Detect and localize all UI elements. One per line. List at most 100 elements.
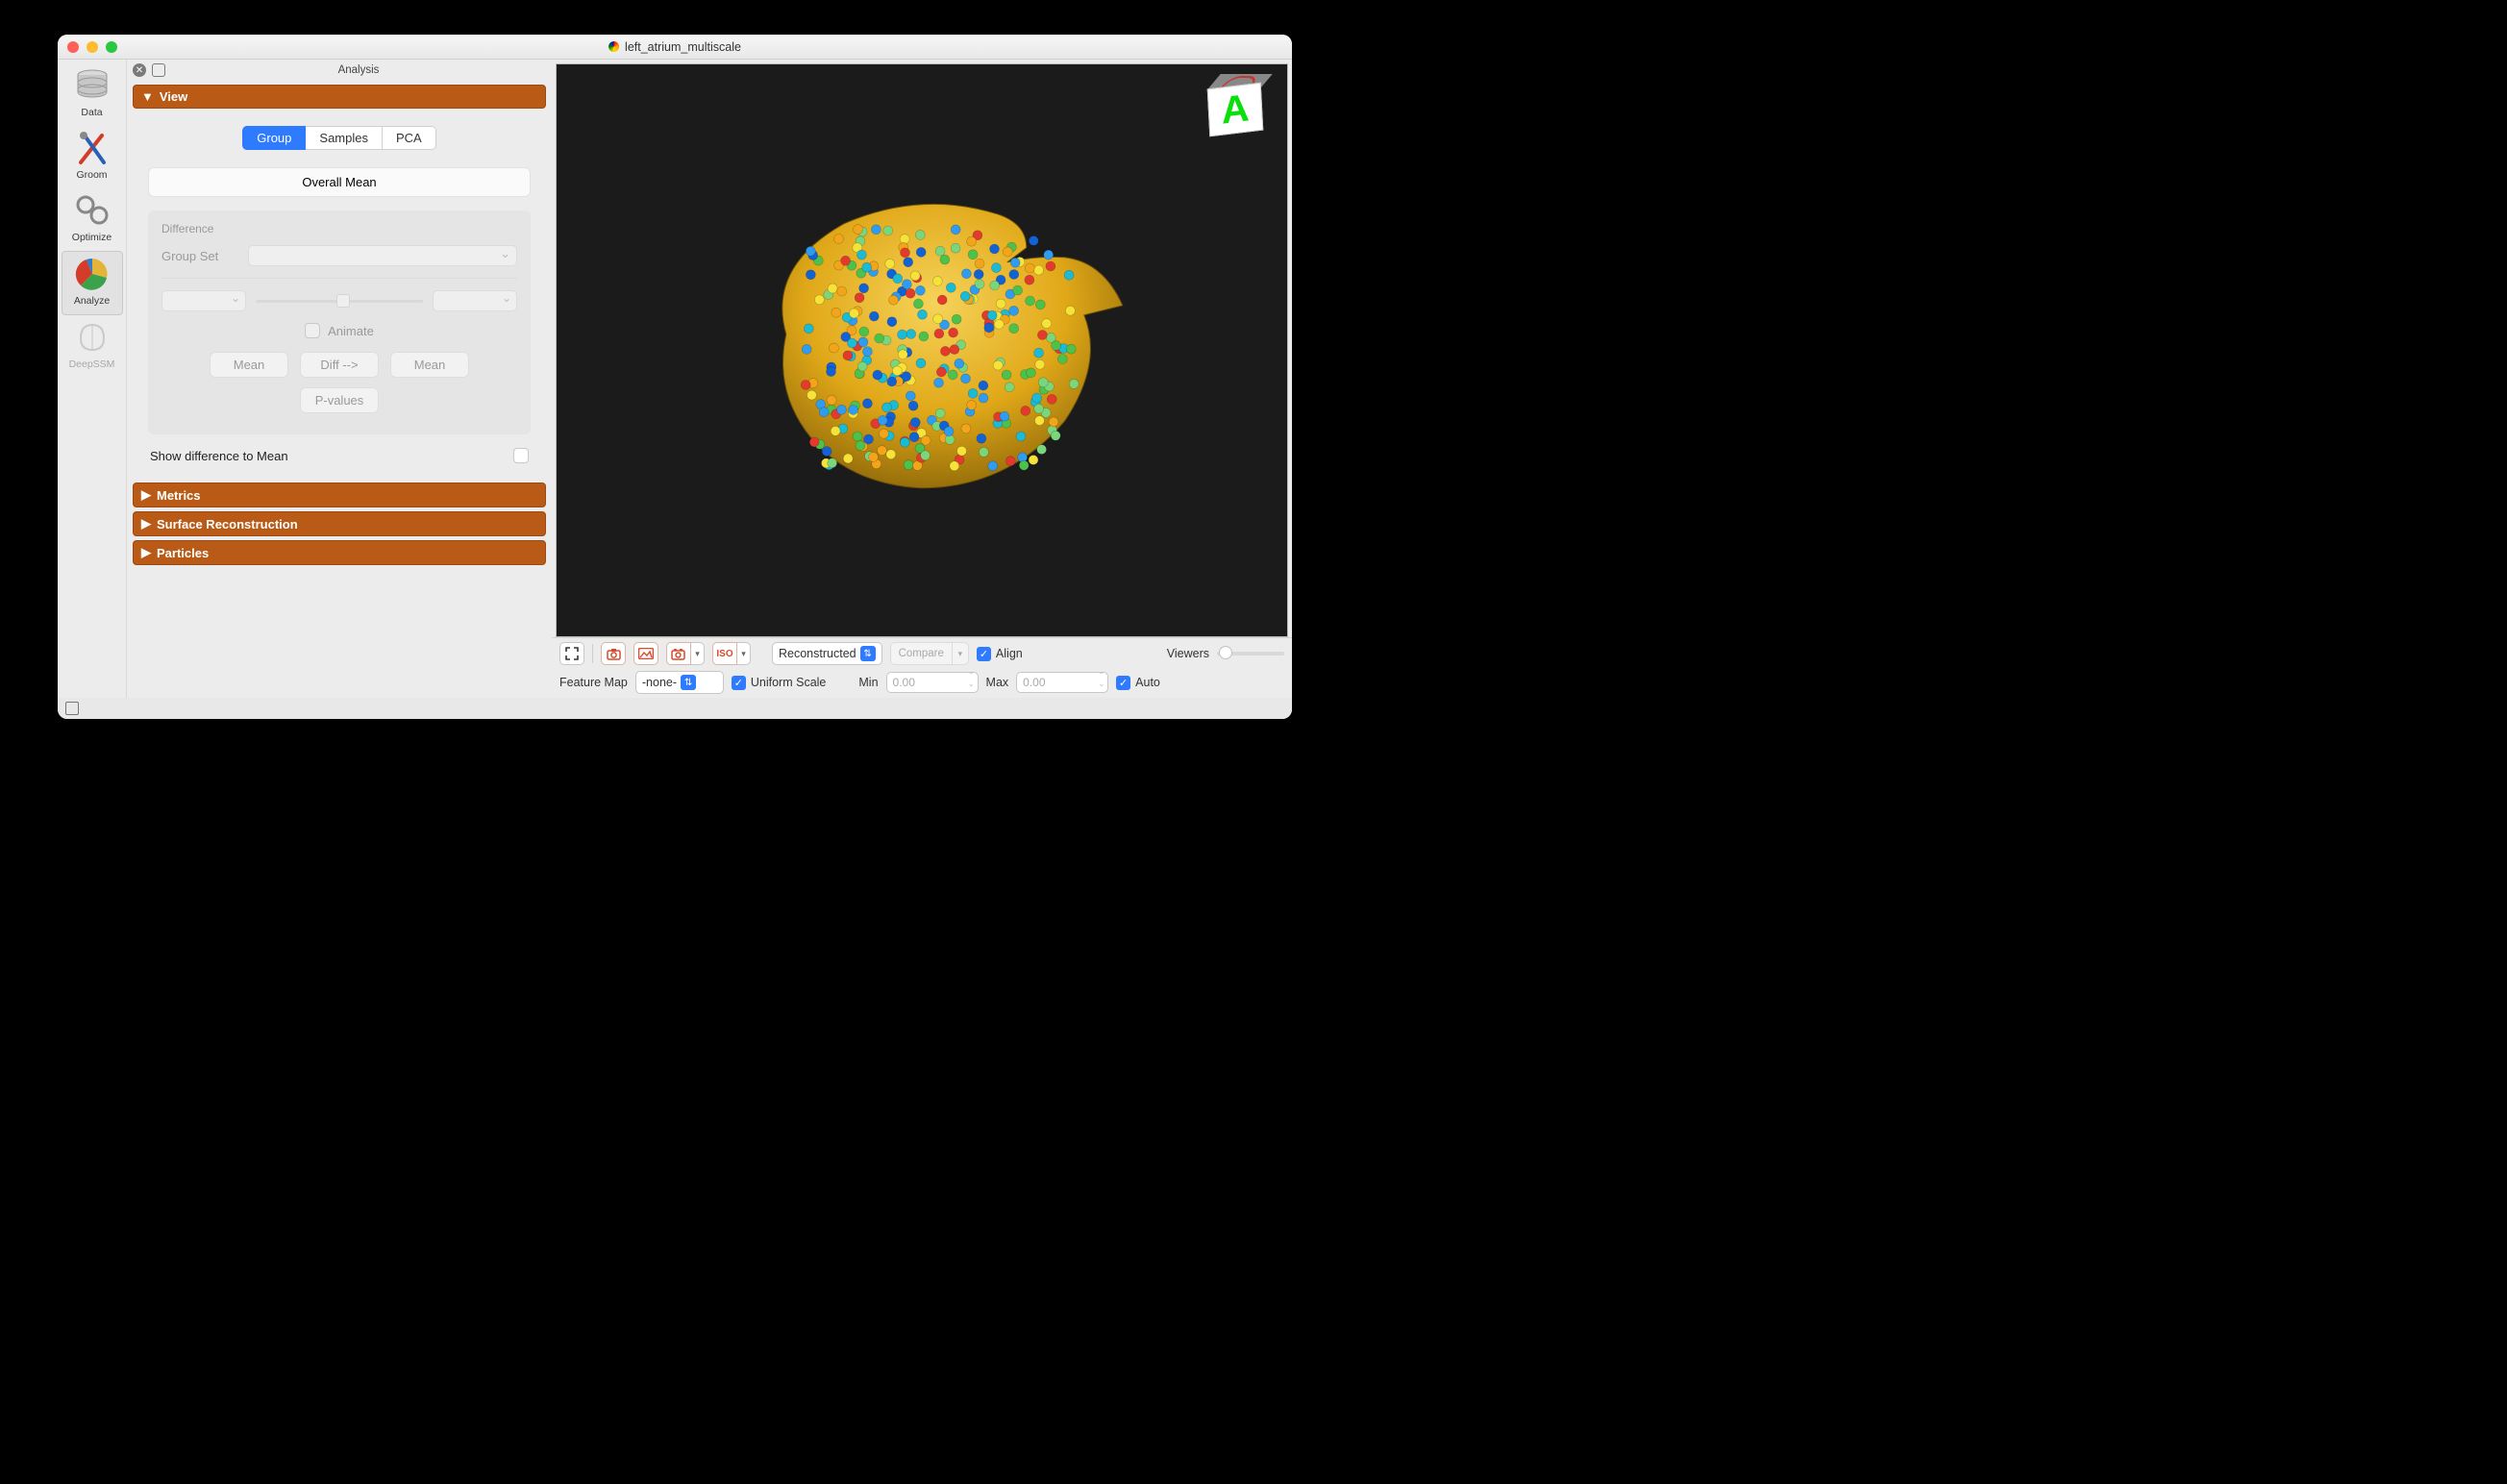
orientation-cube[interactable]: A xyxy=(1201,70,1274,143)
render-canvas[interactable]: A xyxy=(557,64,1287,636)
pvalues-button[interactable]: P-values xyxy=(300,387,379,413)
3d-viewport[interactable]: A xyxy=(556,63,1288,637)
sidebar-item-deepssm[interactable]: DeepSSM xyxy=(62,315,123,378)
group-set-label: Group Set xyxy=(161,249,238,263)
diff-button[interactable]: Diff --> xyxy=(300,352,379,378)
triangle-right-icon: ▶ xyxy=(141,516,151,532)
viewport-column: A xyxy=(552,60,1292,698)
uniform-scale-checkbox[interactable]: ✓ xyxy=(732,676,746,690)
sidebar-item-data[interactable]: Data xyxy=(62,63,123,126)
pie-chart-icon xyxy=(71,256,113,292)
panel-header: ✕ Analysis xyxy=(127,60,552,81)
record-button[interactable] xyxy=(666,642,691,665)
mode-sidebar: Data Groom xyxy=(58,60,127,698)
record-menu-button[interactable]: ▾ xyxy=(691,642,705,665)
close-button[interactable] xyxy=(67,41,79,53)
app-window: left_atrium_multiscale Data xyxy=(58,35,1292,719)
mean-left-button[interactable]: Mean xyxy=(210,352,288,378)
feature-map-value: -none- xyxy=(642,676,677,689)
mean-right-button[interactable]: Mean xyxy=(390,352,469,378)
section-label: Particles xyxy=(157,546,209,560)
align-checkbox[interactable]: ✓ xyxy=(977,647,991,661)
seg-group[interactable]: Group xyxy=(242,126,306,150)
section-label: Metrics xyxy=(157,488,201,503)
section-view-header[interactable]: ▼ View xyxy=(133,85,546,109)
window-title-text: left_atrium_multiscale xyxy=(625,40,741,54)
align-label: Align xyxy=(996,647,1023,660)
triangle-right-icon: ▶ xyxy=(141,487,151,503)
minimize-button[interactable] xyxy=(87,41,98,53)
iso-menu-button[interactable]: ▾ xyxy=(737,642,751,665)
auto-label: Auto xyxy=(1135,676,1160,689)
document-icon[interactable] xyxy=(65,702,79,715)
select-arrows-icon: ⇅ xyxy=(681,675,696,690)
window-body: Data Groom xyxy=(58,60,1292,698)
display-mode-select[interactable]: Reconstructed ⇅ xyxy=(772,642,882,665)
section-particles-header[interactable]: ▶ Particles xyxy=(133,540,546,565)
min-label: Min xyxy=(858,676,878,689)
align-checkbox-row[interactable]: ✓ Align xyxy=(977,647,1023,661)
sidebar-item-label: Analyze xyxy=(74,295,110,307)
mesh-render xyxy=(719,170,1142,516)
iso-button[interactable]: ISO xyxy=(712,642,737,665)
triangle-right-icon: ▶ xyxy=(141,545,151,560)
section-label: View xyxy=(160,89,187,104)
fit-view-button[interactable] xyxy=(559,642,584,665)
image-button[interactable] xyxy=(633,642,658,665)
cube-front-face: A xyxy=(1207,83,1264,137)
tools-icon xyxy=(71,130,113,166)
group-set-combo[interactable] xyxy=(248,245,517,266)
max-label: Max xyxy=(986,676,1009,689)
feature-map-label: Feature Map xyxy=(559,676,628,689)
cube-face-letter: A xyxy=(1220,87,1250,133)
sidebar-item-label: Optimize xyxy=(72,232,112,243)
viewers-slider[interactable] xyxy=(1217,652,1284,655)
window-controls xyxy=(67,41,117,53)
overall-mean-button[interactable]: Overall Mean xyxy=(148,167,531,197)
group-right-combo[interactable] xyxy=(433,290,517,311)
difference-box: Difference Group Set xyxy=(148,210,531,434)
difference-title: Difference xyxy=(161,222,517,235)
animate-checkbox[interactable] xyxy=(305,323,320,338)
sidebar-item-analyze[interactable]: Analyze xyxy=(62,251,123,315)
brain-icon xyxy=(71,319,113,356)
animate-label: Animate xyxy=(328,324,374,338)
window-title: left_atrium_multiscale xyxy=(608,40,741,54)
zoom-button[interactable] xyxy=(106,41,117,53)
section-surface-header[interactable]: ▶ Surface Reconstruction xyxy=(133,511,546,536)
auto-row[interactable]: ✓ Auto xyxy=(1116,676,1160,690)
min-input[interactable]: 0.00 xyxy=(886,672,979,693)
group-slider[interactable] xyxy=(256,300,423,303)
auto-checkbox[interactable]: ✓ xyxy=(1116,676,1130,690)
uniform-scale-label: Uniform Scale xyxy=(751,676,827,689)
panel-popout-icon[interactable] xyxy=(152,63,165,77)
max-input[interactable]: 0.00 xyxy=(1016,672,1108,693)
section-metrics-header[interactable]: ▶ Metrics xyxy=(133,482,546,507)
uniform-scale-row[interactable]: ✓ Uniform Scale xyxy=(732,676,827,690)
view-section-body: Group Samples PCA Overall Mean Differenc… xyxy=(133,112,546,479)
panel-close-icon[interactable]: ✕ xyxy=(133,63,146,77)
gears-icon xyxy=(71,192,113,229)
analysis-panel: ✕ Analysis ▼ View Group Samples PCA Over… xyxy=(127,60,552,698)
compare-button[interactable]: Compare xyxy=(890,642,953,665)
triangle-down-icon: ▼ xyxy=(141,89,154,104)
screenshot-button[interactable] xyxy=(601,642,626,665)
sidebar-item-label: Groom xyxy=(76,169,107,181)
select-arrows-icon: ⇅ xyxy=(860,646,876,661)
seg-samples[interactable]: Samples xyxy=(306,126,383,150)
sidebar-item-groom[interactable]: Groom xyxy=(62,126,123,188)
feature-map-select[interactable]: -none- ⇅ xyxy=(635,671,724,694)
view-mode-segmented: Group Samples PCA xyxy=(148,126,531,150)
compare-menu-button[interactable]: ▾ xyxy=(953,642,969,665)
panel-title: Analysis xyxy=(171,64,546,76)
titlebar: left_atrium_multiscale xyxy=(58,35,1292,60)
sidebar-item-optimize[interactable]: Optimize xyxy=(62,188,123,251)
group-left-combo[interactable] xyxy=(161,290,246,311)
seg-pca[interactable]: PCA xyxy=(383,126,436,150)
sidebar-item-label: Data xyxy=(81,107,102,118)
display-mode-value: Reconstructed xyxy=(779,647,856,660)
show-diff-label: Show difference to Mean xyxy=(150,449,288,463)
show-diff-checkbox[interactable] xyxy=(513,448,529,463)
database-icon xyxy=(71,67,113,104)
sidebar-item-label: DeepSSM xyxy=(69,359,115,370)
